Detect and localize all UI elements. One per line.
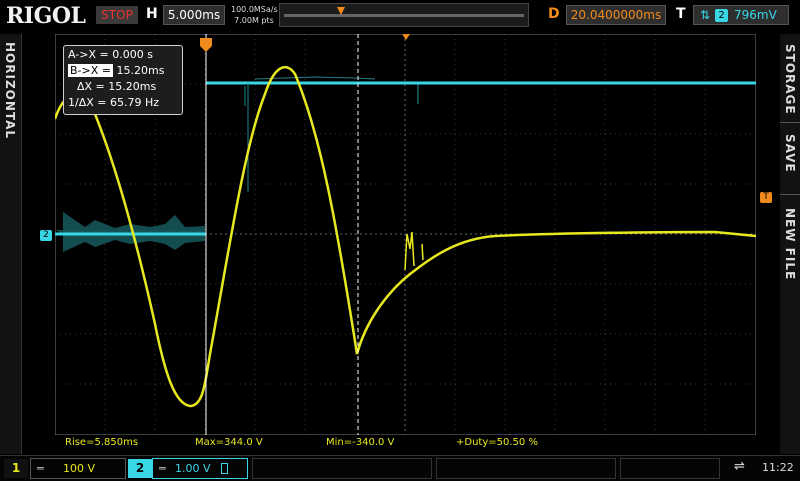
- cursor-b-row: B->X = 15.20ms: [68, 64, 164, 78]
- ch3-empty-slot[interactable]: [252, 458, 432, 479]
- horizontal-menu-tab[interactable]: HORIZONTAL: [0, 34, 22, 454]
- sample-rate: 100.0MSa/s: [231, 5, 278, 14]
- delay-value[interactable]: 20.0400000ms: [566, 5, 666, 25]
- ch2-coupling-icon: ═: [159, 462, 166, 475]
- trigger-label: T: [676, 6, 686, 22]
- inverse-delta-x-label: 1/ΔX =: [68, 96, 107, 109]
- ch2-ground-marker[interactable]: 2: [40, 230, 52, 241]
- cursor-a-label: A->X =: [68, 48, 109, 61]
- delta-x-label: ΔX =: [77, 80, 105, 93]
- cursor-b-value: 15.20ms: [116, 64, 165, 77]
- extra-slot: [620, 458, 720, 479]
- ch1-coupling-icon: ═: [37, 462, 44, 475]
- ch2-bandwidth-icon: [221, 463, 228, 474]
- ch1-badge[interactable]: 1: [4, 459, 28, 478]
- run-stop-status[interactable]: STOP: [96, 6, 138, 24]
- menu-divider: [780, 194, 800, 195]
- storage-menu-panel: STORAGE SAVE NEW FILE: [780, 34, 800, 454]
- min-measurement[interactable]: Min=-340.0 V: [326, 437, 394, 448]
- usb-icon: ⇌: [734, 459, 745, 474]
- cursor-a-row: A->X = 0.000 s: [68, 48, 153, 62]
- measurement-strip: Rise=5.850ms Max=344.0 V Min=-340.0 V +D…: [55, 436, 756, 450]
- top-status-bar: RIGOL STOP H 5.000ms 100.0MSa/s 7.00M pt…: [0, 0, 800, 32]
- max-measurement[interactable]: Max=344.0 V: [195, 437, 263, 448]
- delta-x-value: 15.20ms: [108, 80, 157, 93]
- trigger-level: 796mV: [734, 8, 777, 22]
- memory-depth: 7.00M pts: [234, 16, 274, 25]
- trigger-info[interactable]: ⇅ 2 796mV: [693, 5, 789, 25]
- ch2-scale: 1.00 V: [175, 462, 211, 475]
- cursor-readout-panel: A->X = 0.000 s B->X = 15.20ms ΔX = 15.20…: [63, 45, 183, 115]
- horizontal-label: H: [146, 6, 158, 22]
- cursor-frequency-row: 1/ΔX = 65.79 Hz: [68, 96, 159, 110]
- ch2-badge[interactable]: 2: [128, 459, 152, 478]
- menu-divider: [780, 122, 800, 123]
- rigol-logo: RIGOL: [6, 3, 86, 29]
- storage-tab-label[interactable]: STORAGE: [783, 44, 797, 115]
- acquisition-info: 100.0MSa/s 7.00M pts: [231, 4, 278, 26]
- ch1-settings[interactable]: ═ 100 V: [30, 458, 126, 479]
- trigger-source-badge: 2: [715, 9, 728, 22]
- trigger-level-marker[interactable]: T: [760, 192, 772, 203]
- inverse-delta-x-value: 65.79 Hz: [109, 96, 160, 109]
- ch2-settings[interactable]: ═ 1.00 V: [152, 458, 248, 479]
- new-file-tab-label[interactable]: NEW FILE: [783, 208, 797, 280]
- horizontal-tab-label: HORIZONTAL: [3, 42, 17, 140]
- ch1-scale: 100 V: [63, 462, 96, 475]
- timebase-value[interactable]: 5.000ms: [163, 5, 225, 25]
- delay-label: D: [548, 6, 560, 22]
- save-tab-label[interactable]: SAVE: [783, 134, 797, 173]
- channel-status-bar: 1 ═ 100 V 2 ═ 1.00 V ⇌ 11:22: [0, 455, 800, 481]
- cursor-a-value: 0.000 s: [112, 48, 153, 61]
- rise-time-measurement[interactable]: Rise=5.850ms: [65, 437, 138, 448]
- trigger-edge-icon: ⇅: [700, 8, 711, 22]
- system-clock: 11:22: [762, 461, 794, 474]
- memory-bar-track: [284, 14, 524, 17]
- ch4-empty-slot[interactable]: [436, 458, 616, 479]
- cursor-b-label: B->X =: [68, 64, 113, 77]
- memory-position-bar[interactable]: [279, 3, 529, 27]
- duty-measurement[interactable]: +Duty=50.50 %: [456, 437, 538, 448]
- cursor-dx-row: ΔX = 15.20ms: [77, 80, 156, 94]
